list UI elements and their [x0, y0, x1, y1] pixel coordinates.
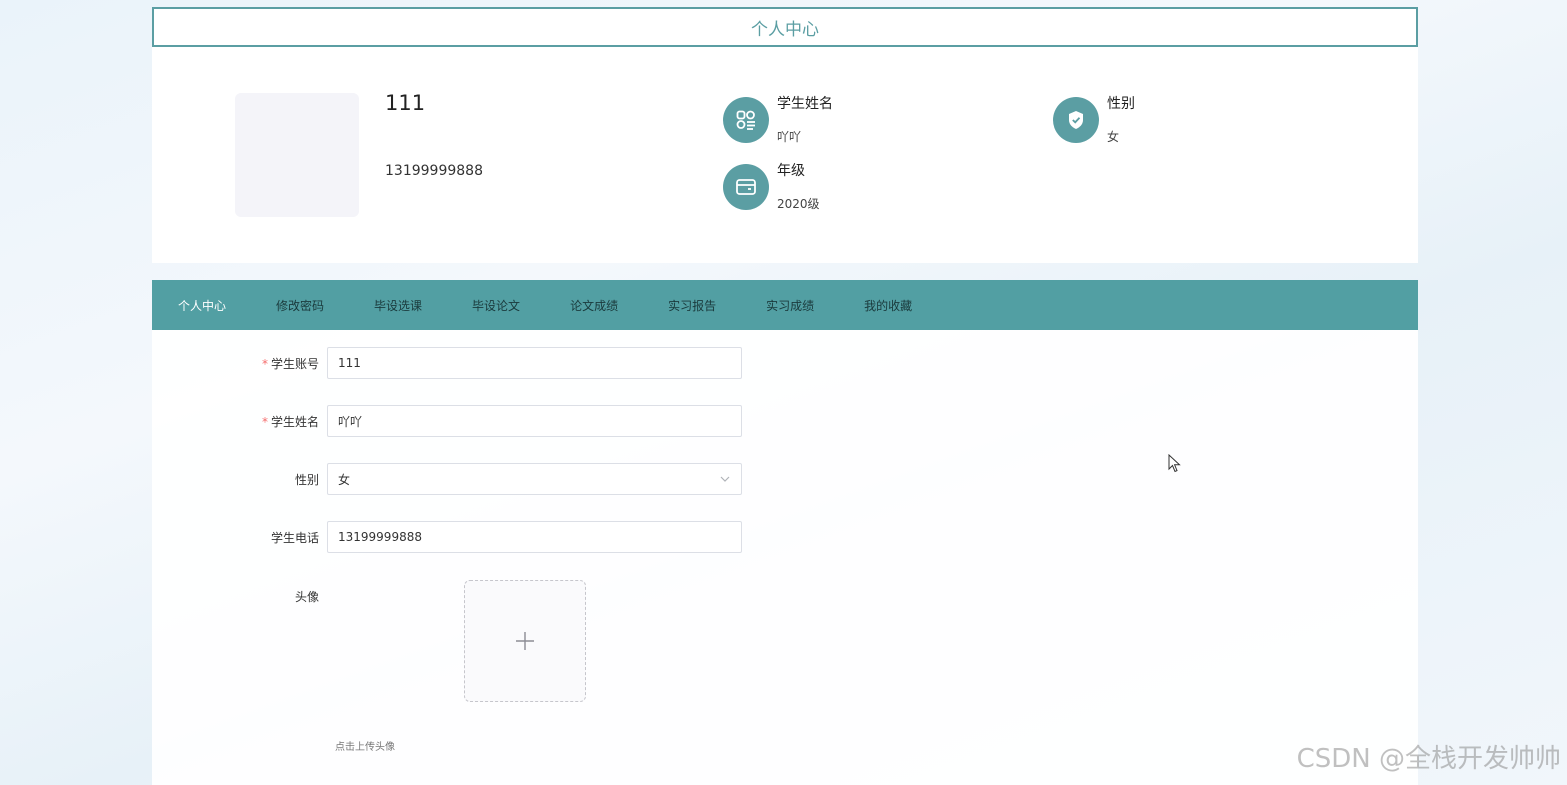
avatar — [235, 93, 359, 217]
plus-icon — [516, 632, 534, 650]
tab-internship-report[interactable]: 实习报告 — [668, 297, 716, 314]
grid-list-icon — [723, 97, 769, 143]
info-item-student-name: 学生姓名 吖吖 — [723, 95, 833, 145]
upload-hint: 点击上传头像 — [335, 742, 395, 753]
shield-check-icon — [1053, 97, 1099, 143]
profile-card: 111 13199999888 学生姓名 吖吖 性别 女 年级 2020级 — [152, 47, 1418, 263]
page-title: 个人中心 — [152, 7, 1418, 47]
form-row-avatar: 头像 — [152, 588, 327, 605]
tab-change-password[interactable]: 修改密码 — [276, 297, 324, 314]
avatar-label: 头像 — [294, 590, 319, 604]
mouse-cursor-icon — [1168, 453, 1182, 478]
form-row-phone: 学生电话 — [152, 521, 742, 553]
account-input[interactable] — [327, 347, 742, 379]
tab-thesis-score[interactable]: 论文成绩 — [570, 297, 618, 314]
wallet-card-icon — [723, 164, 769, 210]
account-label: 学生账号 — [270, 356, 319, 371]
gender-select-value: 女 — [338, 472, 351, 487]
tab-my-favorites[interactable]: 我的收藏 — [864, 297, 912, 314]
page-container: 个人中心 111 13199999888 学生姓名 吖吖 性别 女 年级 202… — [152, 0, 1418, 785]
phone-input[interactable] — [327, 521, 742, 553]
avatar-upload-button[interactable] — [464, 580, 586, 702]
profile-phone: 13199999888 — [385, 163, 483, 179]
profile-form: *学生账号 *学生姓名 性别 女 学生电话 头像 点击上传头像 — [152, 330, 1418, 785]
tab-personal-center[interactable]: 个人中心 — [178, 297, 226, 314]
info-label: 学生姓名 — [777, 96, 833, 112]
form-row-name: * 学生姓名 — [152, 405, 742, 437]
gender-label: 性别 — [294, 472, 319, 487]
chevron-down-icon — [719, 473, 731, 488]
required-mark: * — [261, 414, 268, 429]
info-label: 性别 — [1107, 96, 1135, 112]
info-value: 2020级 — [777, 197, 820, 211]
tab-thesis[interactable]: 毕设论文 — [472, 297, 520, 314]
info-item-gender: 性别 女 — [1053, 95, 1135, 145]
phone-label: 学生电话 — [270, 530, 319, 545]
required-mark: * — [261, 356, 268, 371]
gender-select[interactable]: 女 — [327, 463, 742, 495]
info-value: 女 — [1107, 130, 1120, 144]
tab-internship-score[interactable]: 实习成绩 — [766, 297, 814, 314]
name-input[interactable] — [327, 405, 742, 437]
info-value: 吖吖 — [777, 130, 802, 144]
tab-bar: 个人中心 修改密码 毕设选课 毕设论文 论文成绩 实习报告 实习成绩 我的收藏 — [152, 280, 1418, 330]
name-label: 学生姓名 — [270, 414, 319, 429]
form-row-account: * 学生账号 — [152, 347, 742, 379]
tab-course-selection[interactable]: 毕设选课 — [374, 297, 422, 314]
form-label: * 学生姓名 — [152, 413, 327, 430]
watermark: CSDN @全栈开发帅帅 — [1296, 744, 1561, 774]
profile-username: 111 — [385, 91, 426, 115]
form-row-gender: 性别 女 — [152, 463, 742, 495]
info-label: 年级 — [777, 163, 805, 179]
info-item-grade: 年级 2020级 — [723, 162, 820, 212]
form-label: * 学生账号 — [152, 355, 327, 372]
